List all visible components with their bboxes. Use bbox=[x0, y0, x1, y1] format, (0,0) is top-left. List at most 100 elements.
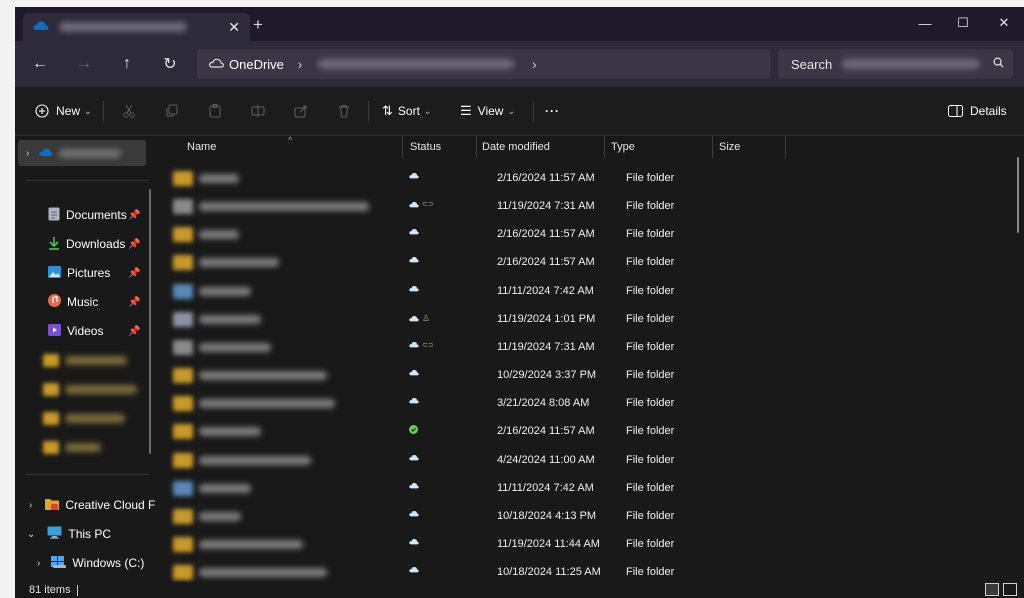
chevron-right-icon[interactable]: › bbox=[29, 500, 32, 511]
cloud-status-icon bbox=[409, 397, 419, 404]
paste-button[interactable] bbox=[208, 100, 222, 122]
column-header-name[interactable]: Name bbox=[187, 136, 216, 158]
folder-icon bbox=[173, 199, 193, 215]
sidebar-item-this-pc[interactable]: ⌄ This PC bbox=[15, 521, 157, 547]
file-row[interactable]: 10/29/2024 3:37 PM File folder bbox=[157, 361, 1024, 389]
address-bar[interactable]: OneDrive › › bbox=[197, 49, 770, 79]
sidebar-item-creative-cloud[interactable]: › Creative Cloud F bbox=[15, 492, 157, 518]
file-row[interactable]: 2/16/2024 11:57 AM File folder bbox=[157, 417, 1024, 445]
maximize-button[interactable]: ☐ bbox=[944, 11, 982, 35]
pictures-icon bbox=[48, 265, 61, 281]
chevron-right-icon[interactable]: › bbox=[37, 558, 40, 569]
column-header-size[interactable]: Size bbox=[719, 136, 740, 158]
file-row[interactable]: ⊂⊃ 11/19/2024 7:31 AM File folder bbox=[157, 192, 1024, 220]
minimize-button[interactable]: — bbox=[906, 11, 944, 35]
column-resize-handle[interactable] bbox=[712, 136, 713, 158]
sidebar-item-videos[interactable]: Videos 📌 bbox=[15, 318, 157, 344]
sidebar-item-downloads[interactable]: Downloads 📌 bbox=[15, 231, 157, 257]
file-row[interactable]: 2/16/2024 11:57 AM File folder bbox=[157, 164, 1024, 192]
file-row[interactable]: 11/19/2024 11:44 AM File folder bbox=[157, 530, 1024, 558]
date-modified-cell: 2/16/2024 11:57 AM bbox=[497, 172, 595, 184]
breadcrumb-onedrive[interactable]: OneDrive bbox=[229, 57, 284, 72]
details-button[interactable]: Details bbox=[948, 100, 1007, 122]
file-row[interactable]: 2/16/2024 11:57 AM File folder bbox=[157, 220, 1024, 248]
date-modified-cell: 11/11/2024 7:42 AM bbox=[497, 284, 594, 297]
file-row[interactable]: 4/24/2024 11:00 AM File folder bbox=[157, 446, 1024, 474]
date-modified-cell: 4/24/2024 11:00 AM bbox=[497, 453, 595, 466]
column-header-status[interactable]: Status bbox=[410, 136, 441, 158]
sidebar-item-redacted[interactable] bbox=[15, 376, 157, 402]
file-name-redacted bbox=[199, 286, 251, 296]
chevron-down-icon: ⌄ bbox=[507, 105, 515, 116]
tab-close-icon[interactable]: ✕ bbox=[228, 19, 240, 36]
more-options-button[interactable]: ··· bbox=[545, 100, 560, 122]
cut-button[interactable] bbox=[122, 100, 136, 122]
sidebar-item-redacted[interactable] bbox=[15, 405, 157, 431]
share-button[interactable] bbox=[294, 100, 308, 122]
sidebar-item-pictures[interactable]: Pictures 📌 bbox=[15, 260, 157, 286]
chevron-down-icon[interactable]: ⌄ bbox=[27, 529, 35, 540]
large-icons-view-icon[interactable] bbox=[1003, 583, 1017, 596]
view-icon: ☰ bbox=[460, 103, 472, 118]
column-header-type[interactable]: Type bbox=[611, 136, 635, 158]
sidebar-item-music[interactable]: Music 📌 bbox=[15, 289, 157, 315]
column-header-date-modified[interactable]: Date modified bbox=[482, 136, 550, 158]
file-name-redacted bbox=[199, 483, 251, 493]
folder-icon bbox=[173, 452, 193, 468]
navigation-pane: › Documents 📌 Downloads 📌 Pictures 📌 Mus… bbox=[15, 136, 157, 582]
back-button[interactable]: ← bbox=[26, 50, 54, 78]
column-resize-handle[interactable] bbox=[604, 136, 605, 158]
sidebar-label-music: Music bbox=[67, 295, 99, 309]
chevron-right-icon[interactable]: › bbox=[26, 148, 29, 159]
sidebar-label-redacted bbox=[65, 442, 101, 452]
file-name-redacted bbox=[199, 539, 303, 549]
search-box[interactable]: Search bbox=[778, 49, 1013, 79]
tab-onedrive[interactable]: ✕ bbox=[23, 13, 250, 41]
column-resize-handle[interactable] bbox=[402, 136, 403, 158]
folder-icon bbox=[173, 508, 193, 524]
file-row[interactable]: 2/16/2024 11:57 AM File folder bbox=[157, 248, 1024, 276]
details-view-icon[interactable] bbox=[985, 583, 999, 596]
breadcrumb-chevron-icon[interactable]: › bbox=[532, 57, 536, 72]
rename-button[interactable] bbox=[251, 100, 265, 122]
sidebar-item-documents[interactable]: Documents 📌 bbox=[15, 202, 157, 228]
pin-icon: 📌 bbox=[128, 296, 141, 308]
search-icon[interactable] bbox=[993, 57, 1004, 71]
type-cell: File folder bbox=[626, 566, 675, 579]
file-list-scrollbar[interactable] bbox=[1017, 157, 1019, 233]
file-row[interactable]: 3/21/2024 8:08 AM File folder bbox=[157, 389, 1024, 417]
file-row[interactable]: 11/11/2024 7:42 AM File folder bbox=[157, 277, 1024, 305]
folder-icon bbox=[173, 283, 193, 299]
sidebar-item-redacted[interactable] bbox=[15, 347, 157, 373]
file-row[interactable]: 11/11/2024 7:42 AM File folder bbox=[157, 474, 1024, 502]
file-name-redacted bbox=[199, 230, 239, 240]
copy-button[interactable] bbox=[165, 100, 179, 122]
type-cell: File folder bbox=[626, 340, 675, 353]
file-name-redacted bbox=[199, 258, 279, 268]
file-row[interactable]: ⊂⊃ 11/19/2024 7:31 AM File folder bbox=[157, 333, 1024, 361]
cloud-icon bbox=[209, 57, 224, 71]
up-button[interactable]: ↑ bbox=[113, 50, 141, 78]
sidebar-item-windows-c[interactable]: › Windows (C:) bbox=[15, 550, 157, 576]
sort-button[interactable]: ⇅ Sort ⌄ bbox=[382, 100, 431, 122]
column-resize-handle[interactable] bbox=[476, 136, 477, 158]
new-button[interactable]: New ⌄ bbox=[35, 100, 92, 122]
breadcrumb-redacted[interactable] bbox=[318, 59, 515, 69]
delete-button[interactable] bbox=[337, 100, 351, 122]
sidebar-item-onedrive[interactable]: › bbox=[18, 140, 146, 166]
file-row[interactable]: 10/18/2024 4:13 PM File folder bbox=[157, 502, 1024, 530]
close-window-button[interactable]: ✕ bbox=[985, 11, 1023, 35]
refresh-button[interactable]: ↻ bbox=[156, 50, 184, 78]
sidebar-label-redacted bbox=[65, 384, 137, 394]
forward-button[interactable]: → bbox=[70, 50, 98, 78]
type-cell: File folder bbox=[626, 509, 675, 522]
file-row[interactable]: ♙ 11/19/2024 1:01 PM File folder bbox=[157, 305, 1024, 333]
view-button[interactable]: ☰ View ⌄ bbox=[460, 100, 515, 122]
column-resize-handle[interactable] bbox=[785, 136, 786, 158]
new-tab-button[interactable]: + bbox=[253, 15, 263, 35]
folder-icon bbox=[173, 480, 193, 496]
sidebar-item-redacted[interactable] bbox=[15, 434, 157, 460]
cloud-status-icon bbox=[409, 256, 419, 263]
file-name-redacted bbox=[199, 511, 241, 521]
breadcrumb-chevron-icon[interactable]: › bbox=[298, 57, 302, 72]
